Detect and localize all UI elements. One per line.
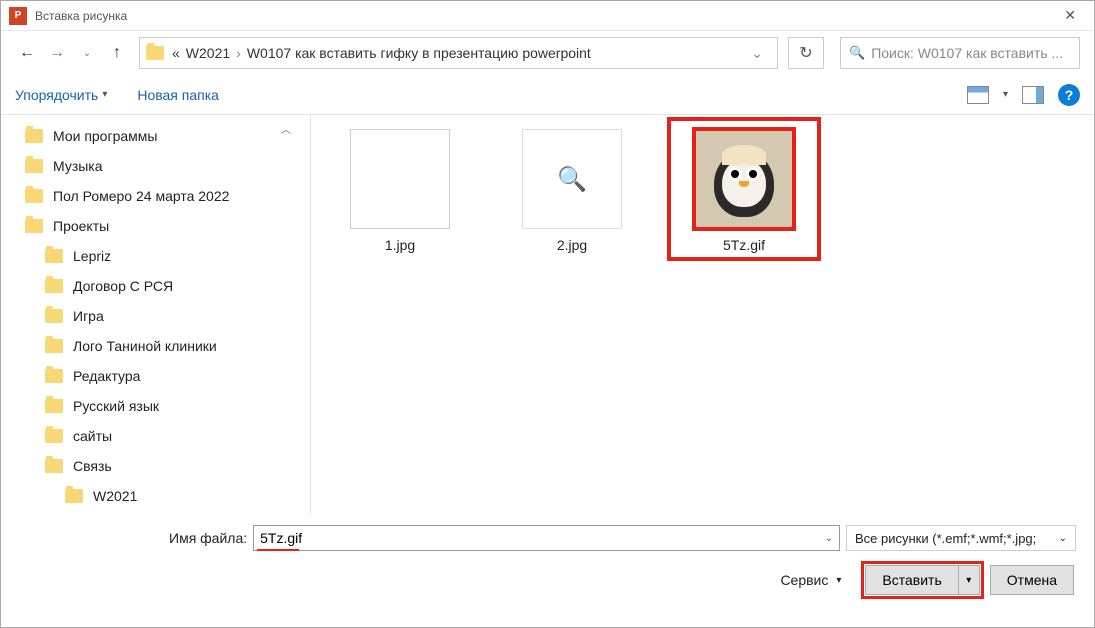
tree-item[interactable]: Игра	[1, 301, 310, 331]
tree-item[interactable]: W2021	[1, 481, 310, 511]
bottom-panel: Имя файла: 5Tz.gif ⌄ Все рисунки (*.emf;…	[1, 515, 1094, 611]
recent-dropdown[interactable]: ⌄	[75, 41, 99, 65]
address-bar[interactable]: « W2021 › W0107 как вставить гифку в пре…	[139, 37, 778, 69]
preview-pane-icon[interactable]	[1022, 86, 1044, 104]
folder-icon	[45, 309, 63, 323]
toolbar: Упорядочить▾ Новая папка ▾ ?	[1, 75, 1094, 115]
file-item[interactable]: 1.jpg	[335, 125, 465, 253]
file-grid[interactable]: 1.jpg 🔍 2.jpg 5Tz.gif	[311, 115, 1094, 515]
insert-button[interactable]: Вставить	[865, 565, 957, 595]
organize-button[interactable]: Упорядочить▾	[15, 87, 107, 103]
filetype-filter[interactable]: Все рисунки (*.emf;*.wmf;*.jpg; ⌄	[846, 525, 1076, 551]
search-icon: 🔍	[849, 45, 865, 61]
tree-item[interactable]: Договор С РСЯ	[1, 271, 310, 301]
folder-icon	[45, 279, 63, 293]
highlight-underline	[257, 549, 299, 551]
folder-icon	[25, 129, 43, 143]
tree-item[interactable]: Музыка	[1, 151, 310, 181]
file-name: 5Tz.gif	[679, 237, 809, 253]
search-input[interactable]: 🔍 Поиск: W0107 как вставить ...	[840, 37, 1080, 69]
back-button[interactable]: ←	[15, 41, 39, 65]
tree-item[interactable]: Русский язык	[1, 391, 310, 421]
file-name: 2.jpg	[507, 237, 637, 253]
tree-item[interactable]: Связь	[1, 451, 310, 481]
file-item[interactable]: 🔍 2.jpg	[507, 125, 637, 253]
search-placeholder: Поиск: W0107 как вставить ...	[871, 45, 1063, 61]
chevron-down-icon[interactable]: ⌄	[825, 533, 833, 544]
content-area: ︿ Мои программы Музыка Пол Ромеро 24 мар…	[1, 115, 1094, 515]
chevron-down-icon: ⌄	[1059, 533, 1067, 544]
folder-icon	[25, 159, 43, 173]
tree-item[interactable]: Мои программы	[1, 121, 310, 151]
tree-item[interactable]: Lepriz	[1, 241, 310, 271]
file-name: 1.jpg	[335, 237, 465, 253]
tree-item[interactable]: Лого Таниной клиники	[1, 331, 310, 361]
folder-icon	[45, 459, 63, 473]
file-thumbnail: 🔍	[522, 129, 622, 229]
scroll-up-icon[interactable]: ︿	[281, 121, 291, 136]
folder-icon	[25, 219, 43, 233]
insert-button-group: Вставить ▾	[865, 565, 979, 595]
view-icon[interactable]	[967, 86, 989, 104]
breadcrumb-item[interactable]: W0107 как вставить гифку в презентацию p…	[247, 45, 591, 61]
close-button[interactable]: ✕	[1054, 3, 1086, 28]
forward-button[interactable]: →	[45, 41, 69, 65]
new-folder-button[interactable]: Новая папка	[137, 87, 219, 103]
chevron-right-icon: ›	[236, 45, 241, 61]
chevron-down-icon: ▾	[102, 89, 107, 100]
folder-icon	[45, 369, 63, 383]
folder-icon	[45, 399, 63, 413]
filename-label: Имя файла:	[169, 530, 247, 546]
app-icon: P	[9, 7, 27, 25]
folder-icon	[65, 489, 83, 503]
breadcrumb-prefix: «	[172, 45, 180, 61]
breadcrumb-item[interactable]: W2021	[186, 45, 230, 61]
folder-icon	[25, 189, 43, 203]
tree-item[interactable]: Проекты	[1, 211, 310, 241]
chevron-down-icon: ▾	[836, 575, 841, 586]
folder-icon	[45, 339, 63, 353]
up-button[interactable]: ↑	[105, 41, 129, 65]
navbar: ← → ⌄ ↑ « W2021 › W0107 как вставить гиф…	[1, 31, 1094, 75]
tools-dropdown[interactable]: Сервис▾	[780, 572, 841, 588]
refresh-button[interactable]: ↻	[788, 37, 824, 69]
folder-icon	[45, 429, 63, 443]
filename-input[interactable]: 5Tz.gif ⌄	[253, 525, 840, 551]
view-dropdown[interactable]: ▾	[1003, 89, 1008, 100]
tree-item[interactable]: сайты	[1, 421, 310, 451]
tree-item[interactable]: Пол Ромеро 24 марта 2022	[1, 181, 310, 211]
titlebar: P Вставка рисунка ✕	[1, 1, 1094, 31]
file-item-selected[interactable]: 5Tz.gif	[679, 125, 809, 253]
folder-icon	[146, 46, 164, 60]
cancel-button[interactable]: Отмена	[990, 565, 1074, 595]
help-button[interactable]: ?	[1058, 84, 1080, 106]
file-thumbnail	[694, 129, 794, 229]
folder-icon	[45, 249, 63, 263]
folder-tree[interactable]: ︿ Мои программы Музыка Пол Ромеро 24 мар…	[1, 115, 311, 515]
file-thumbnail	[350, 129, 450, 229]
window-title: Вставка рисунка	[35, 9, 1054, 23]
chevron-down-icon[interactable]: ⌄	[751, 45, 771, 62]
tree-item[interactable]: Редактура	[1, 361, 310, 391]
insert-dropdown[interactable]: ▾	[958, 565, 980, 595]
